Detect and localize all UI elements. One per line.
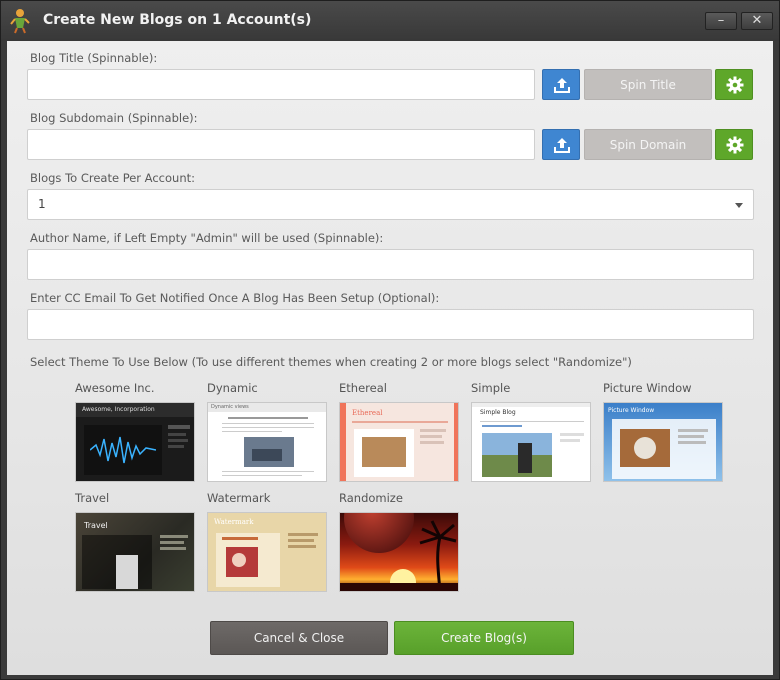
dialog-body: Blog Title (Spinnable): Spin Title Blog … (7, 41, 773, 675)
theme-name: Travel (75, 491, 110, 505)
thumbnail-title: Dynamic views (211, 404, 249, 410)
theme-thumbnail (339, 512, 459, 592)
create-blogs-window: Create New Blogs on 1 Account(s) – ✕ Blo… (0, 0, 780, 680)
theme-thumbnail: Awesome, Incorporation (75, 402, 195, 482)
window-title: Create New Blogs on 1 Account(s) (43, 12, 312, 28)
blog-subdomain-input[interactable] (27, 129, 535, 160)
theme-awesome-inc[interactable]: Awesome Inc. Awesome, Incorporation (75, 381, 197, 482)
theme-travel[interactable]: Travel Travel (75, 491, 197, 592)
close-button[interactable]: ✕ (741, 12, 773, 30)
theme-thumbnail: Dynamic views (207, 402, 327, 482)
author-name-label: Author Name, if Left Empty "Admin" will … (30, 231, 384, 245)
app-logo-icon (10, 9, 30, 34)
create-blogs-button[interactable]: Create Blog(s) (394, 621, 574, 655)
thumbnail-title: Travel (84, 521, 108, 530)
theme-name: Watermark (207, 491, 271, 505)
thumbnail-title: Awesome, Incorporation (82, 406, 155, 413)
blogs-per-account-label: Blogs To Create Per Account: (30, 171, 195, 185)
theme-watermark[interactable]: Watermark Watermark (207, 491, 329, 592)
thumbnail-title: Ethereal (352, 409, 383, 417)
gear-icon (726, 76, 744, 94)
gear-icon (726, 136, 744, 154)
blog-subdomain-upload-button[interactable] (542, 129, 580, 160)
waveform-image (90, 436, 156, 464)
theme-name: Dynamic (207, 381, 258, 395)
minimize-button[interactable]: – (705, 12, 737, 30)
thumbnail-title: Watermark (214, 518, 254, 526)
spin-domain-button[interactable]: Spin Domain (584, 129, 712, 160)
blog-title-input[interactable] (27, 69, 535, 100)
theme-randomize[interactable]: Randomize (339, 491, 461, 592)
theme-thumbnail: Ethereal (339, 402, 459, 482)
blogs-per-account-select[interactable]: 1 (27, 189, 754, 220)
theme-thumbnail: Travel (75, 512, 195, 592)
theme-thumbnail: Simple Blog (471, 402, 591, 482)
blog-title-settings-button[interactable] (715, 69, 753, 100)
theme-name: Picture Window (603, 381, 692, 395)
blog-subdomain-settings-button[interactable] (715, 129, 753, 160)
theme-name: Ethereal (339, 381, 387, 395)
theme-thumbnail: Watermark (207, 512, 327, 592)
blogs-per-account-value: 1 (38, 197, 46, 211)
upload-icon (554, 78, 570, 93)
theme-name: Awesome Inc. (75, 381, 155, 395)
spin-title-button[interactable]: Spin Title (584, 69, 712, 100)
palm-tree-image (419, 520, 457, 591)
theme-picture-window[interactable]: Picture Window Picture Window (603, 381, 725, 482)
theme-ethereal[interactable]: Ethereal Ethereal (339, 381, 461, 482)
theme-name: Simple (471, 381, 511, 395)
cc-email-input[interactable] (27, 309, 754, 340)
title-bar[interactable]: Create New Blogs on 1 Account(s) – ✕ (1, 1, 779, 41)
theme-select-label: Select Theme To Use Below (To use differ… (30, 355, 632, 369)
blog-subdomain-label: Blog Subdomain (Spinnable): (30, 111, 198, 125)
thumbnail-title: Simple Blog (480, 409, 516, 416)
cancel-close-button[interactable]: Cancel & Close (210, 621, 388, 655)
cc-email-label: Enter CC Email To Get Notified Once A Bl… (30, 291, 440, 305)
author-name-input[interactable] (27, 249, 754, 280)
thumbnail-title: Picture Window (608, 407, 655, 414)
theme-thumbnail: Picture Window (603, 402, 723, 482)
theme-simple[interactable]: Simple Simple Blog (471, 381, 593, 482)
blog-title-label: Blog Title (Spinnable): (30, 51, 158, 65)
blog-title-upload-button[interactable] (542, 69, 580, 100)
upload-icon (554, 138, 570, 153)
theme-dynamic[interactable]: Dynamic Dynamic views (207, 381, 329, 482)
chevron-down-icon (735, 203, 743, 208)
theme-name: Randomize (339, 491, 403, 505)
